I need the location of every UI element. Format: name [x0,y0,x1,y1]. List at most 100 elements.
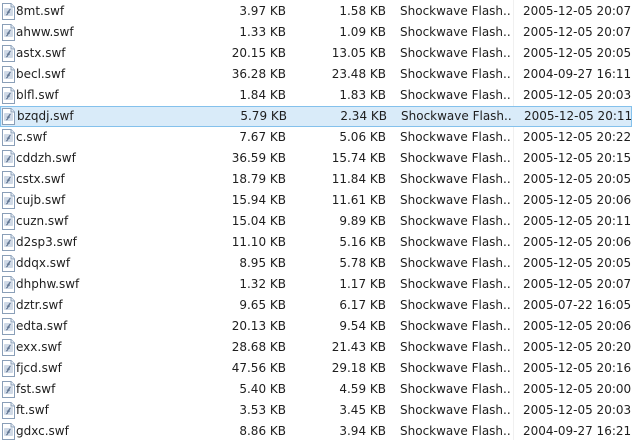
file-type: Shockwave Flash... [400,25,510,39]
modified-date: 2005-12-05 20:06:... [523,193,632,207]
file-row[interactable]: c.swf 7.67 KB 5.06 KB Shockwave Flash...… [0,127,632,148]
file-row[interactable]: gdxc.swf 8.86 KB 3.94 KB Shockwave Flash… [0,421,632,442]
compressed-size: 29.18 KB [331,361,386,375]
modified-date: 2005-07-22 16:05:... [523,298,632,312]
file-type: Shockwave Flash... [400,319,510,333]
compressed-size: 1.17 KB [339,277,386,291]
compressed-size: 5.16 KB [339,235,386,249]
file-size: 9.65 KB [239,298,286,312]
modified-date: 2005-12-05 20:03:... [523,88,632,102]
file-row[interactable]: astx.swf 20.15 KB 13.05 KB Shockwave Fla… [0,43,632,64]
file-row[interactable]: blfl.swf 1.84 KB 1.83 KB Shockwave Flash… [0,85,632,106]
modified-date: 2005-12-05 20:11:... [524,109,632,123]
file-row[interactable]: cujb.swf 15.94 KB 11.61 KB Shockwave Fla… [0,190,632,211]
file-row[interactable]: cddzh.swf 36.59 KB 15.74 KB Shockwave Fl… [0,148,632,169]
file-size: 7.67 KB [239,130,286,144]
modified-date: 2005-12-05 20:05:... [523,46,632,60]
swf-file-icon [2,3,15,20]
compressed-size: 9.89 KB [339,214,386,228]
file-row[interactable]: edta.swf 20.13 KB 9.54 KB Shockwave Flas… [0,316,632,337]
file-row[interactable]: cuzn.swf 15.04 KB 9.89 KB Shockwave Flas… [0,211,632,232]
file-name: ddqx.swf [16,256,71,270]
file-list: 8mt.swf 3.97 KB 1.58 KB Shockwave Flash.… [0,0,632,440]
file-name: cuzn.swf [16,214,69,228]
compressed-size: 21.43 KB [331,340,386,354]
swf-file-icon [2,234,15,251]
compressed-size: 13.05 KB [331,46,386,60]
file-type: Shockwave Flash... [400,298,510,312]
file-row[interactable]: exx.swf 28.68 KB 21.43 KB Shockwave Flas… [0,337,632,358]
file-type: Shockwave Flash... [400,172,510,186]
file-name: bzqdj.swf [17,109,74,123]
file-row[interactable]: 8mt.swf 3.97 KB 1.58 KB Shockwave Flash.… [0,1,632,22]
compressed-size: 9.54 KB [339,319,386,333]
file-size: 5.40 KB [239,382,286,396]
file-row[interactable]: ddqx.swf 8.95 KB 5.78 KB Shockwave Flash… [0,253,632,274]
modified-date: 2005-12-05 20:05:... [523,256,632,270]
swf-file-icon [2,402,15,419]
compressed-size: 1.58 KB [339,4,386,18]
swf-file-icon [2,339,15,356]
swf-file-icon [2,360,15,377]
file-type: Shockwave Flash... [400,256,510,270]
file-row[interactable]: becl.swf 36.28 KB 23.48 KB Shockwave Fla… [0,64,632,85]
file-name: blfl.swf [16,88,59,102]
file-row[interactable]: ft.swf 3.53 KB 3.45 KB Shockwave Flash..… [0,400,632,421]
compressed-size: 3.94 KB [339,424,386,438]
compressed-size: 5.06 KB [339,130,386,144]
file-size: 47.56 KB [231,361,286,375]
swf-file-icon [2,192,15,209]
file-row[interactable]: ahww.swf 1.33 KB 1.09 KB Shockwave Flash… [0,22,632,43]
file-row[interactable]: dhphw.swf 1.32 KB 1.17 KB Shockwave Flas… [0,274,632,295]
file-name: astx.swf [16,46,66,60]
file-type: Shockwave Flash... [400,382,510,396]
file-name: dhphw.swf [16,277,80,291]
file-size: 1.84 KB [239,88,286,102]
file-size: 1.33 KB [239,25,286,39]
modified-date: 2005-12-05 20:03:... [523,403,632,417]
file-type: Shockwave Flash... [400,361,510,375]
file-type: Shockwave Flash... [400,67,510,81]
file-size: 20.13 KB [231,319,286,333]
file-row[interactable]: fjcd.swf 47.56 KB 29.18 KB Shockwave Fla… [0,358,632,379]
file-name: gdxc.swf [16,424,69,438]
swf-file-icon [2,276,15,293]
file-size: 18.79 KB [231,172,286,186]
file-size: 36.59 KB [231,151,286,165]
file-row[interactable]: cstx.swf 18.79 KB 11.84 KB Shockwave Fla… [0,169,632,190]
file-name: becl.swf [16,67,66,81]
file-size: 36.28 KB [231,67,286,81]
file-size: 20.15 KB [231,46,286,60]
compressed-size: 6.17 KB [339,298,386,312]
file-type: Shockwave Flash... [400,403,510,417]
swf-file-icon [2,255,15,272]
compressed-size: 2.34 KB [340,109,387,123]
compressed-size: 1.83 KB [339,88,386,102]
file-type: Shockwave Flash... [400,235,510,249]
file-name: exx.swf [16,340,62,354]
file-type: Shockwave Flash... [400,46,510,60]
file-row[interactable]: bzqdj.swf 5.79 KB 2.34 KB Shockwave Flas… [0,106,632,127]
file-row[interactable]: dztr.swf 9.65 KB 6.17 KB Shockwave Flash… [0,295,632,316]
file-name: ahww.swf [16,25,74,39]
file-type: Shockwave Flash... [401,109,511,123]
compressed-size: 4.59 KB [339,382,386,396]
file-size: 28.68 KB [231,340,286,354]
swf-file-icon [2,45,15,62]
modified-date: 2005-12-05 20:11:... [523,214,632,228]
compressed-size: 15.74 KB [331,151,386,165]
swf-file-icon [2,213,15,230]
file-name: dztr.swf [16,298,63,312]
file-size: 8.86 KB [239,424,286,438]
file-row[interactable]: d2sp3.swf 11.10 KB 5.16 KB Shockwave Fla… [0,232,632,253]
file-name: fst.swf [16,382,56,396]
file-size: 5.79 KB [240,109,287,123]
swf-file-icon [2,129,15,146]
file-name: cddzh.swf [16,151,76,165]
file-name: cujb.swf [16,193,66,207]
file-row[interactable]: fst.swf 5.40 KB 4.59 KB Shockwave Flash.… [0,379,632,400]
modified-date: 2005-12-05 20:20:... [523,340,632,354]
file-size: 3.53 KB [239,403,286,417]
modified-date: 2005-12-05 20:15:... [523,151,632,165]
file-type: Shockwave Flash... [400,424,510,438]
